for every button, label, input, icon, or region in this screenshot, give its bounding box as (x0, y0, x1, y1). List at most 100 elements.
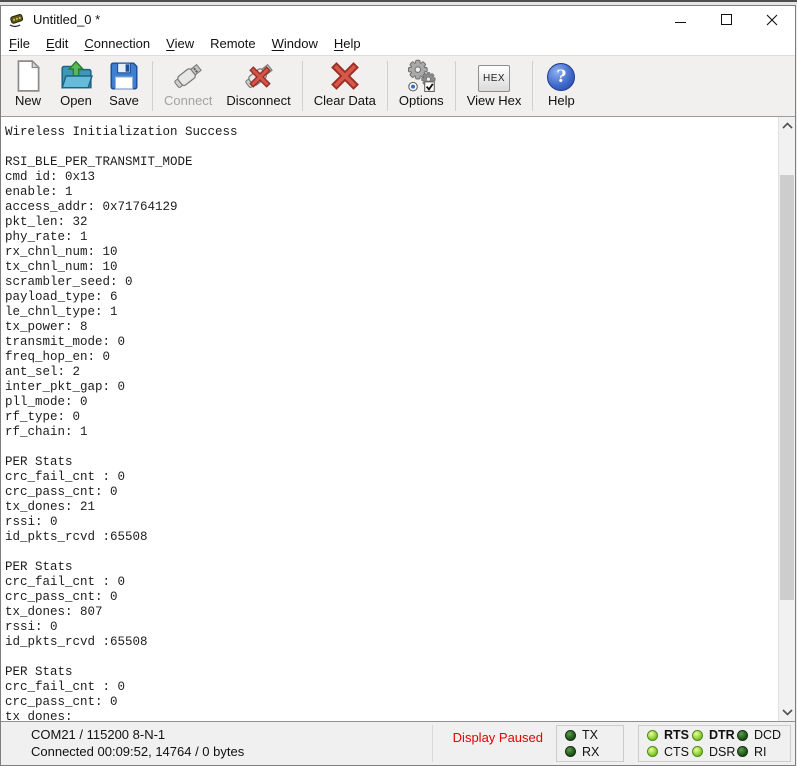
terminal-line: rf_type: 0 (5, 410, 775, 425)
menu-window[interactable]: Window (272, 34, 326, 54)
disconnect-usb-icon (242, 59, 276, 93)
terminal-lines: Wireless Initialization Success RSI_BLE_… (5, 125, 775, 721)
terminal-line: access_addr: 0x71764129 (5, 200, 775, 215)
dtr-led-icon (692, 730, 703, 741)
terminal-line: PER Stats (5, 665, 775, 680)
window-controls (657, 6, 795, 33)
terminal-line: le_chnl_type: 1 (5, 305, 775, 320)
scroll-down-button[interactable] (779, 704, 795, 721)
toolbar-button-new[interactable]: New (4, 56, 52, 116)
terminal-line: pkt_len: 32 (5, 215, 775, 230)
rx-led-icon (565, 746, 576, 757)
terminal-line: enable: 1 (5, 185, 775, 200)
cts-label: CTS (664, 745, 689, 759)
dtr-indicator[interactable]: DTR (692, 728, 737, 742)
toolbar-separator (387, 61, 388, 111)
terminal-line: rf_chain: 1 (5, 425, 775, 440)
view-hex-icon: HEX (477, 59, 511, 93)
terminal-line: rx_chnl_num: 10 (5, 245, 775, 260)
terminal-line: transmit_mode: 0 (5, 335, 775, 350)
app-window: Untitled_0 * File Edit Connection View Remot… (0, 5, 796, 766)
toolbar-button-label: Help (548, 93, 575, 108)
rts-led-icon (647, 730, 658, 741)
terminal-line: rssi: 0 (5, 620, 775, 635)
toolbar-button-open[interactable]: Open (52, 56, 100, 116)
rts-label: RTS (664, 728, 689, 742)
serial-led-panel-txrx: TXRX (556, 725, 624, 762)
terminal-line: tx_power: 8 (5, 320, 775, 335)
terminal-line: id_pkts_rcvd :65508 (5, 635, 775, 650)
terminal-line: pll_mode: 0 (5, 395, 775, 410)
terminal-line: tx_dones: 21 (5, 500, 775, 515)
toolbar-button-options[interactable]: Options (392, 56, 451, 116)
toolbar-separator (302, 61, 303, 111)
toolbar-button-label: View Hex (467, 93, 522, 108)
terminal-line: crc_fail_cnt : 0 (5, 575, 775, 590)
toolbar-separator (532, 61, 533, 111)
toolbar-button-connect[interactable]: Connect (157, 56, 219, 116)
dsr-led-icon (692, 746, 703, 757)
rx-indicator: RX (565, 745, 615, 759)
vertical-scrollbar[interactable] (778, 117, 795, 721)
window-title: Untitled_0 * (33, 12, 100, 27)
toolbar-button-save[interactable]: Save (100, 56, 148, 116)
terminal-line: Wireless Initialization Success (5, 125, 775, 140)
display-paused-zone: Display Paused (432, 725, 543, 762)
terminal-line: id_pkts_rcvd :65508 (5, 530, 775, 545)
terminal-output[interactable]: Wireless Initialization Success RSI_BLE_… (1, 117, 795, 721)
help-icon: ? (544, 59, 578, 93)
toolbar-button-label: New (15, 93, 41, 108)
toolbar-button-label: Connect (164, 93, 212, 108)
rts-indicator[interactable]: RTS (647, 728, 692, 742)
menu-view[interactable]: View (166, 34, 202, 54)
save-floppy-icon (107, 59, 141, 93)
menu-bar: File Edit Connection View Remote Window Help (1, 33, 795, 56)
ri-label: RI (754, 745, 767, 759)
window-minimize-button[interactable] (657, 6, 703, 33)
menu-edit[interactable]: Edit (46, 34, 76, 54)
display-paused-label: Display Paused (453, 730, 543, 762)
terminal-line: PER Stats (5, 560, 775, 575)
cts-indicator: CTS (647, 745, 692, 759)
terminal-line: rssi: 0 (5, 515, 775, 530)
menu-connection[interactable]: Connection (84, 34, 158, 54)
tx-led-icon (565, 730, 576, 741)
minimize-icon (675, 22, 686, 23)
toolbar-button-disconnect[interactable]: Disconnect (219, 56, 297, 116)
cts-led-icon (647, 746, 658, 757)
dsr-indicator: DSR (692, 745, 737, 759)
toolbar-button-label: Save (109, 93, 139, 108)
menu-remote[interactable]: Remote (210, 34, 264, 54)
scroll-up-button[interactable] (779, 117, 795, 134)
ri-led-icon (737, 746, 748, 757)
options-gears-icon (404, 59, 438, 93)
toolbar-button-clear-data[interactable]: Clear Data (307, 56, 383, 116)
terminal-line: RSI_BLE_PER_TRANSMIT_MODE (5, 155, 775, 170)
chevron-up-icon (782, 122, 793, 129)
menu-help[interactable]: Help (334, 34, 369, 54)
toolbar-button-label: Clear Data (314, 93, 376, 108)
dcd-led-icon (737, 730, 748, 741)
scrollbar-thumb[interactable] (780, 175, 794, 600)
terminal-line: crc_pass_cnt: 0 (5, 695, 775, 710)
terminal-line: tx_dones: 807 (5, 605, 775, 620)
status-connection-block: COM21 / 115200 8-N-1 Connected 00:09:52,… (31, 726, 244, 760)
dcd-indicator: DCD (737, 728, 782, 742)
status-bar: COM21 / 115200 8-N-1 Connected 00:09:52,… (1, 721, 795, 765)
window-close-button[interactable] (749, 6, 795, 33)
title-bar: Untitled_0 * (1, 6, 795, 33)
terminal-line: tx_chnl_num: 10 (5, 260, 775, 275)
terminal-line: crc_pass_cnt: 0 (5, 590, 775, 605)
toolbar: New Open Save Connect Disconnect Clear Da… (1, 56, 795, 117)
terminal-line: ant_sel: 2 (5, 365, 775, 380)
toolbar-button-help[interactable]: ?Help (537, 56, 585, 116)
terminal-line: crc_fail_cnt : 0 (5, 470, 775, 485)
window-maximize-button[interactable] (703, 6, 749, 33)
terminal-line (5, 140, 775, 155)
toolbar-button-view-hex[interactable]: HEXView Hex (460, 56, 529, 116)
rx-label: RX (582, 745, 599, 759)
terminal-line: scrambler_seed: 0 (5, 275, 775, 290)
menu-file[interactable]: File (9, 34, 38, 54)
connect-usb-icon (171, 59, 205, 93)
terminal-line: cmd id: 0x13 (5, 170, 775, 185)
